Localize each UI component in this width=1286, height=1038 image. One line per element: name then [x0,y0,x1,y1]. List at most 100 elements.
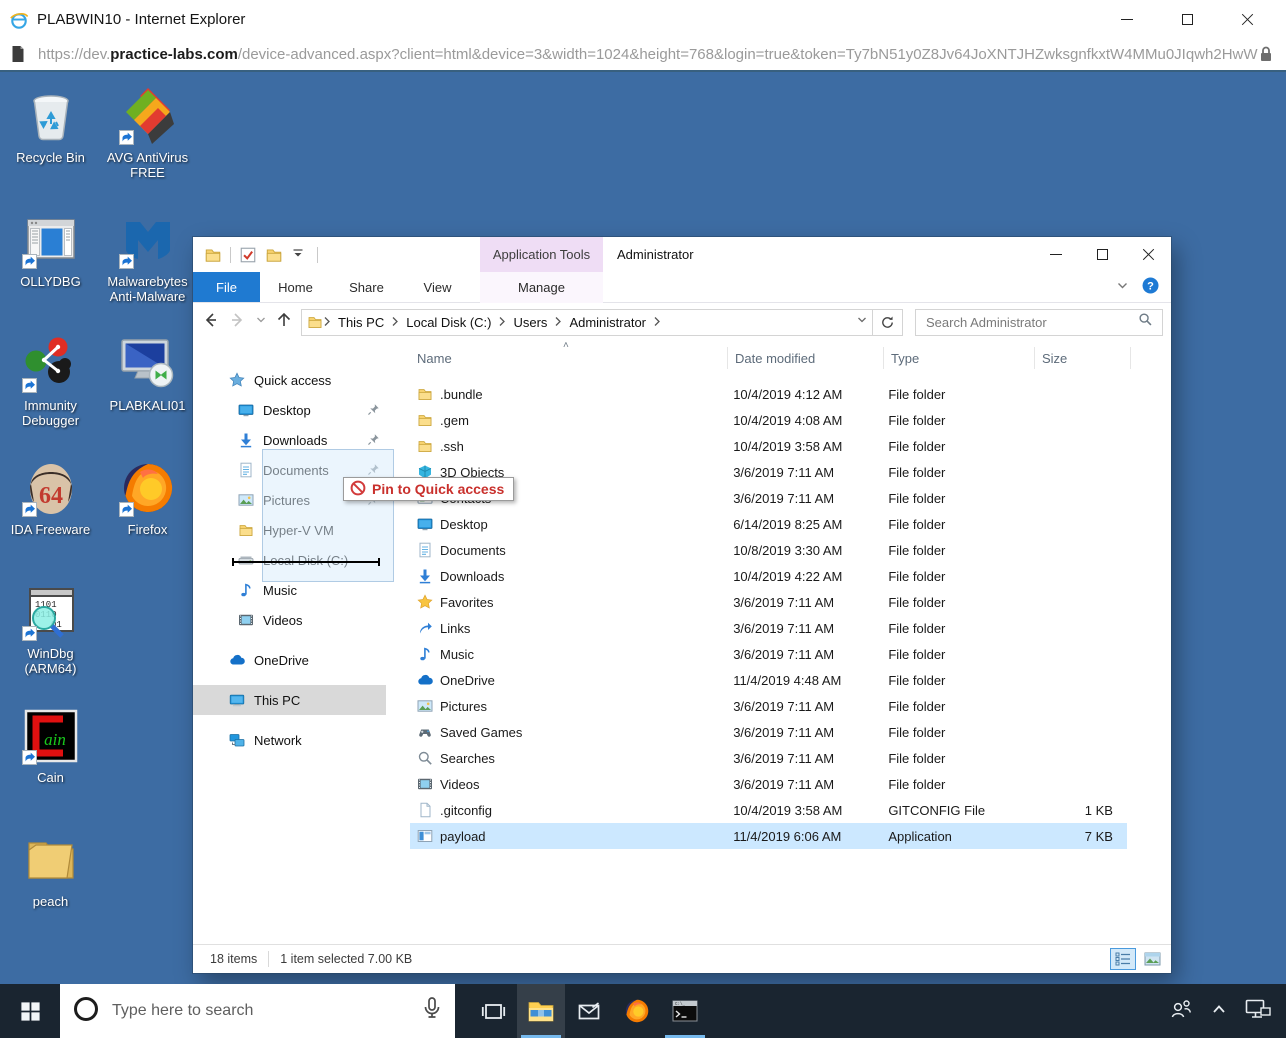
context-tab-application-tools[interactable]: Application Tools [480,237,603,272]
breadcrumb-users[interactable]: Users [510,313,550,332]
column-header-date-modified[interactable]: Date modified [728,347,884,369]
large-icons-view-button[interactable] [1139,948,1165,970]
column-header-name[interactable]: Name [410,347,728,369]
file-row-music[interactable]: Music 3/6/2019 7:11 AM File folder [410,641,1127,667]
explorer-search-input[interactable] [916,314,1138,330]
file-row-saved-games[interactable]: Saved Games 3/6/2019 7:11 AM File folder [410,719,1127,745]
taskbar-mail-button[interactable] [565,984,613,1038]
task-view-button[interactable] [469,984,517,1038]
file-row-contacts[interactable]: Contacts3/6/2019 7:11 AMFile folder [410,485,1127,511]
taskbar-search-box[interactable] [60,984,455,1038]
ribbon-tab-share[interactable]: Share [331,272,402,302]
up-button[interactable] [273,310,295,335]
file-row-downloads[interactable]: Downloads 10/4/2019 4:22 AM File folder [410,563,1127,589]
nav-item-network[interactable]: Network [193,725,410,755]
file-row-desktop[interactable]: Desktop 6/14/2019 8:25 AM File folder [410,511,1127,537]
details-view-button[interactable] [1110,948,1136,970]
qat-customize-icon[interactable] [291,246,309,264]
browser-urlbar[interactable]: https://dev.practice-labs.com/device-adv… [0,38,1286,72]
shortcut-arrow-icon [21,254,37,269]
file-row-ssh[interactable]: .ssh 10/4/2019 3:58 AM File folder [410,433,1127,459]
nav-item-onedrive[interactable]: OneDrive [193,645,410,675]
ribbon-expand-icon[interactable] [1116,279,1129,297]
network-display-icon[interactable] [1244,997,1272,1026]
file-row-pictures[interactable]: Pictures 3/6/2019 7:11 AM File folder [410,693,1127,719]
taskbar-search-input[interactable] [112,1002,419,1020]
column-header-type[interactable]: Type [884,347,1035,369]
desktop-icon-malwarebytes-anti-malware[interactable]: Malwarebytes Anti-Malware [99,209,196,333]
address-bar[interactable]: This PC Local Disk (C:) Users Administrator [301,308,873,336]
music-icon [238,582,254,598]
refresh-button[interactable] [873,308,903,336]
search-icon[interactable] [1138,312,1153,332]
breadcrumb-local-disk-c[interactable]: Local Disk (C:) [403,313,494,332]
people-icon[interactable] [1168,997,1194,1026]
breadcrumb-chevron-icon[interactable] [391,315,399,330]
desktop-icon-windbg-arm64[interactable]: 1101011001WinDbg (ARM64) [2,581,99,705]
help-icon[interactable]: ? [1142,277,1159,299]
back-button[interactable] [199,310,221,335]
nav-item-music[interactable]: Music [193,575,410,605]
file-row-videos[interactable]: Videos 3/6/2019 7:11 AM File folder [410,771,1127,797]
microphone-icon[interactable] [419,995,445,1028]
breadcrumb-chevron-icon[interactable] [653,315,661,330]
browser-minimize-button[interactable] [1116,8,1138,30]
taskbar-command-prompt-button[interactable]: C:\_ [661,984,709,1038]
desktop-icon-ida-freeware[interactable]: 64 IDA Freeware [2,457,99,581]
file-row-documents[interactable]: Documents 10/8/2019 3:30 AM File folder [410,537,1127,563]
address-dropdown-chevron-icon[interactable] [856,313,868,331]
tray-chevron-up-icon[interactable] [1210,1001,1228,1022]
explorer-maximize-button[interactable] [1079,237,1125,272]
nav-item-hyper-v-vm[interactable]: Hyper-V VM [193,515,410,545]
ribbon-tab-file[interactable]: File [193,272,260,302]
ribbon-tab-home[interactable]: Home [260,272,331,302]
file-row-gitconfig[interactable]: .gitconfig 10/4/2019 3:58 AM GITCONFIG Fil… [410,797,1127,823]
column-header-size[interactable]: Size [1035,347,1131,369]
breadcrumb-this-pc[interactable]: This PC [335,313,387,332]
ribbon-tab-manage[interactable]: Manage [480,272,603,303]
desktop-icon-peach[interactable]: peach [2,829,99,953]
nav-item-desktop[interactable]: Desktop [193,395,410,425]
taskbar-file-explorer-button[interactable] [517,984,565,1038]
browser-maximize-button[interactable] [1176,8,1198,30]
desktop-icon-firefox[interactable]: Firefox [99,457,196,581]
mail-icon [578,1002,600,1020]
explorer-minimize-button[interactable] [1033,237,1079,272]
nav-item-quick-access[interactable]: Quick access [193,365,410,395]
nav-item-this-pc[interactable]: This PC [193,685,386,715]
desktop-icon-plabkali01[interactable]: PLABKALI01 [99,333,196,457]
file-row-bundle[interactable]: .bundle 10/4/2019 4:12 AM File folder [410,381,1127,407]
browser-title: PLABWIN10 - Internet Explorer [37,10,246,28]
desktop-icon-cain[interactable]: ain Cain [2,705,99,829]
file-name: Searches [440,750,495,766]
taskbar-firefox-button[interactable] [613,984,661,1038]
file-row-links[interactable]: Links 3/6/2019 7:11 AM File folder [410,615,1127,641]
browser-close-button[interactable] [1236,8,1258,30]
forward-button[interactable] [227,310,249,335]
desktop-icon-avg-antivirus-free[interactable]: AVG AntiVirus FREE [99,85,196,209]
explorer-close-button[interactable] [1125,237,1171,272]
breadcrumb-chevron-icon[interactable] [498,315,506,330]
desktop-icon-immunity-debugger[interactable]: Immunity Debugger [2,333,99,457]
file-row-searches[interactable]: Searches 3/6/2019 7:11 AM File folder [410,745,1127,771]
file-name: Saved Games [440,724,523,740]
start-button[interactable] [0,984,60,1038]
file-row-onedrive[interactable]: OneDrive 11/4/2019 4:48 AM File folder [410,667,1127,693]
file-row-gem[interactable]: .gem 10/4/2019 4:08 AM File folder [410,407,1127,433]
file-row-payload[interactable]: payload 11/4/2019 6:06 AM Application 7 KB [410,823,1127,849]
desktop-icon-recycle-bin[interactable]: Recycle Bin [2,85,99,209]
breadcrumb-chevron-icon[interactable] [323,315,331,330]
file-row-3d-objects[interactable]: 3D Objects 3/6/2019 7:11 AM File folder [410,459,1127,485]
nav-item-downloads[interactable]: Downloads [193,425,410,455]
breadcrumb-chevron-icon[interactable] [554,315,562,330]
breadcrumb-administrator[interactable]: Administrator [566,313,649,332]
file-row-favorites[interactable]: Favorites 3/6/2019 7:11 AM File folder [410,589,1127,615]
recent-locations-chevron-icon[interactable] [255,313,267,331]
properties-checkbox-icon[interactable] [239,246,257,264]
new-folder-icon[interactable] [265,246,283,264]
desktop-icon-ollydbg[interactable]: OLLYDBG [2,209,99,333]
nav-item-videos[interactable]: Videos [193,605,410,635]
ribbon-tab-view[interactable]: View [402,272,473,302]
explorer-search-box[interactable] [915,308,1163,336]
file-name: .ssh [440,438,464,454]
